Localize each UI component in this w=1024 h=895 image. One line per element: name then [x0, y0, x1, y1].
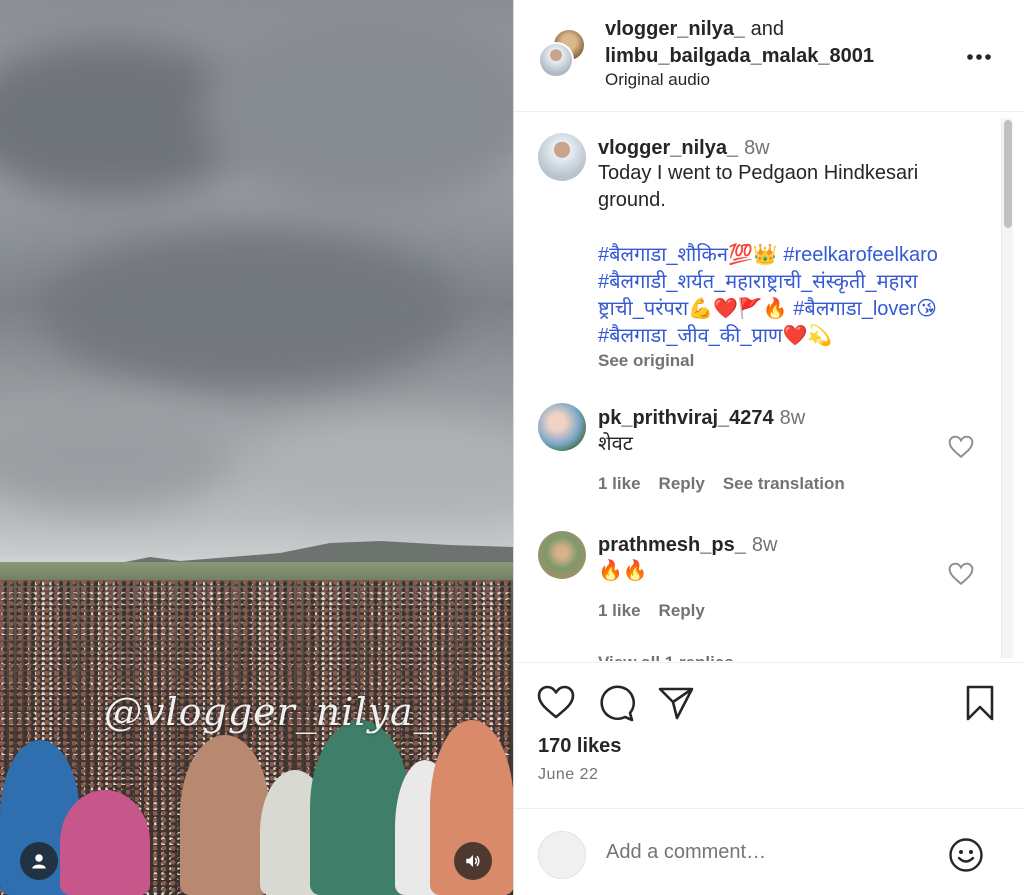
- current-user-avatar: [538, 831, 586, 879]
- comment-time: 8w: [779, 407, 806, 429]
- caption-avatar[interactable]: [538, 133, 586, 181]
- tagged-users-button[interactable]: [20, 842, 58, 880]
- post-actions: 170 likes June 22: [514, 662, 1024, 822]
- scrollbar-thumb[interactable]: [1004, 120, 1012, 228]
- comment-likes[interactable]: 1 like: [598, 474, 641, 493]
- cloud: [260, 420, 513, 510]
- likes-count[interactable]: 170 likes: [538, 735, 621, 758]
- person: [180, 735, 270, 895]
- heart-icon[interactable]: [948, 435, 974, 459]
- more-options-button[interactable]: [966, 40, 992, 68]
- comment-username[interactable]: prathmesh_ps_: [598, 534, 746, 556]
- cloud: [40, 230, 460, 390]
- hashtag-line[interactable]: #बैलगाडा_जीव_की_प्राण❤️💫: [598, 323, 982, 350]
- post-date: June 22: [538, 766, 599, 783]
- audio-link[interactable]: Original audio: [605, 70, 710, 90]
- comment-text: शेवट: [598, 433, 633, 455]
- author-username[interactable]: vlogger_nilya_: [605, 18, 745, 40]
- comment-text: 🔥🔥: [598, 560, 648, 582]
- post-authors: vlogger_nilya_ and limbu_bailgada_malak_…: [605, 16, 874, 70]
- hashtag-line[interactable]: ष्ट्राची_परंपरा💪❤️🚩🔥 #बैलगाडा_lover😘: [598, 296, 982, 323]
- hashtag-line[interactable]: #बैलगाडी_शर्यत_महाराष्ट्राची_संस्कृती_मह…: [598, 269, 982, 296]
- caption-header: vlogger_nilya_ 8w: [598, 137, 770, 160]
- comment-header: pk_prithviraj_4274 8w: [598, 407, 805, 430]
- caption-time: 8w: [744, 137, 770, 159]
- smiley-icon[interactable]: [948, 837, 984, 873]
- field: [0, 562, 513, 582]
- heart-icon[interactable]: [536, 683, 576, 723]
- mute-toggle-button[interactable]: [454, 842, 492, 880]
- comment-meta: 1 like Reply See translation: [598, 474, 863, 494]
- comment-avatar[interactable]: [538, 531, 586, 579]
- comment-avatar[interactable]: [538, 403, 586, 451]
- comments-list[interactable]: vlogger_nilya_ 8w Today I went to Pedgaon…: [514, 113, 998, 661]
- cloud: [0, 400, 230, 510]
- comment-likes[interactable]: 1 like: [598, 601, 641, 620]
- add-comment-bar: [514, 808, 1024, 895]
- see-original-link[interactable]: See original: [598, 351, 694, 371]
- heart-icon[interactable]: [948, 562, 974, 586]
- hashtag-line[interactable]: #बैलगाडा_शौकिन💯👑 #reelkarofeelkaro: [598, 242, 982, 269]
- person-icon: [32, 854, 46, 869]
- reply-button[interactable]: Reply: [659, 601, 705, 620]
- comment-header: prathmesh_ps_ 8w: [598, 534, 777, 557]
- speaker-icon: [466, 855, 480, 867]
- person: [60, 790, 150, 895]
- comment-time: 8w: [751, 534, 778, 556]
- comment-meta: 1 like Reply: [598, 601, 723, 621]
- comment-username[interactable]: pk_prithviraj_4274: [598, 407, 774, 429]
- more-horizontal-icon: [967, 54, 991, 60]
- reply-button[interactable]: Reply: [659, 474, 705, 493]
- add-comment-input[interactable]: [606, 841, 906, 864]
- send-icon[interactable]: [656, 683, 696, 723]
- bookmark-icon[interactable]: [960, 683, 1000, 723]
- collaborator-username[interactable]: limbu_bailgada_malak_8001: [605, 45, 874, 67]
- comments-scrollbar[interactable]: [1001, 118, 1013, 658]
- and-text: and: [745, 18, 784, 40]
- author-avatar[interactable]: [538, 42, 574, 78]
- video-watermark: @vlogger_nilya_: [104, 690, 434, 734]
- comment-icon[interactable]: [596, 683, 636, 723]
- caption-hashtags: #बैलगाडा_शौकिन💯👑 #reelkarofeelkaro #बैलग…: [598, 242, 982, 350]
- caption-text: Today I went to Pedgaon Hindkesari groun…: [598, 162, 919, 211]
- post-header: vlogger_nilya_ and limbu_bailgada_malak_…: [514, 0, 1024, 112]
- reel-video[interactable]: @vlogger_nilya_: [0, 0, 514, 895]
- caption-username[interactable]: vlogger_nilya_: [598, 137, 738, 159]
- see-translation-button[interactable]: See translation: [723, 474, 845, 493]
- view-replies-button[interactable]: View all 1 replies: [598, 653, 734, 661]
- post-panel: vlogger_nilya_ and limbu_bailgada_malak_…: [514, 0, 1024, 895]
- cloud: [200, 10, 513, 210]
